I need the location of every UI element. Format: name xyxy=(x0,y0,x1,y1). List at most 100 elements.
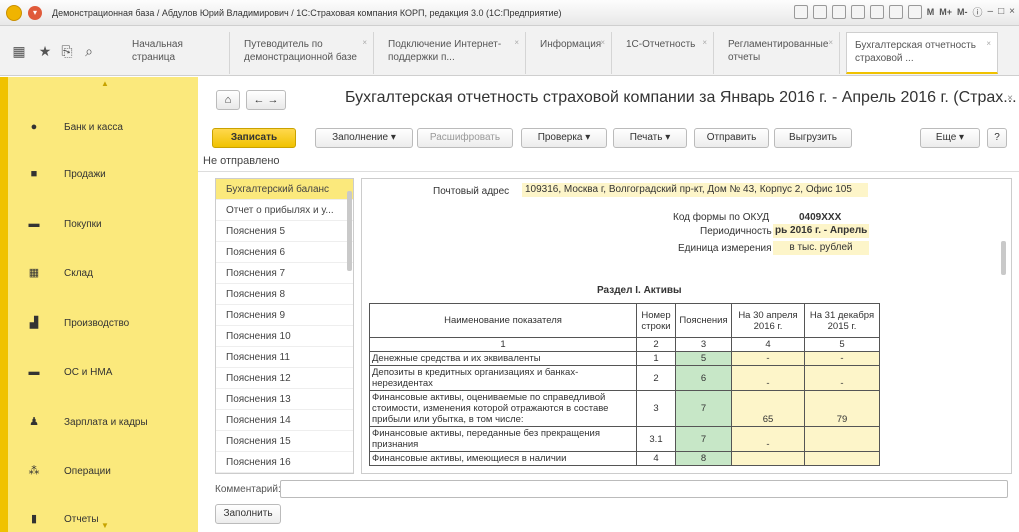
list-item[interactable]: Пояснения 8 xyxy=(216,284,353,305)
close-icon[interactable]: × xyxy=(986,37,991,50)
number-cell: 5 xyxy=(804,337,880,352)
row-value-previous[interactable]: - xyxy=(804,351,880,366)
list-item[interactable]: Пояснения 12 xyxy=(216,368,353,389)
list-item[interactable]: Пояснения 16 xyxy=(216,452,353,473)
tab-guide[interactable]: Путеводитель по демонстрационной базе × xyxy=(236,32,374,74)
tab-reporting[interactable]: 1С-Отчетность × xyxy=(618,32,714,74)
row-value-current[interactable]: - xyxy=(731,351,805,366)
memory-m-button[interactable]: M xyxy=(927,7,935,17)
close-icon[interactable]: × xyxy=(514,36,519,49)
calculator-icon[interactable] xyxy=(907,4,922,19)
send-button[interactable]: Отправить xyxy=(694,128,769,148)
sidebar-item-assets[interactable]: ▬ ОС и НМА xyxy=(28,361,113,383)
help-button[interactable]: ? xyxy=(987,128,1007,148)
save-button[interactable]: Записать xyxy=(212,128,296,148)
sidebar-item-bank[interactable]: ● Банк и касса xyxy=(28,116,123,138)
tab-info[interactable]: Информация × xyxy=(532,32,612,74)
preview-icon[interactable] xyxy=(831,4,846,19)
scroll-down-icon[interactable]: ▼ xyxy=(101,521,109,530)
sidebar-item-label: Зарплата и кадры xyxy=(64,416,148,428)
row-value-current[interactable] xyxy=(731,451,805,466)
sidebar-item-purchases[interactable]: ▬ Покупки xyxy=(28,213,102,235)
grid-menu-icon[interactable]: ▦ xyxy=(10,42,28,60)
fill-button[interactable]: Заполнить xyxy=(215,504,281,524)
sidebar-item-label: ОС и НМА xyxy=(64,366,113,378)
home-icon[interactable]: ⌂ xyxy=(216,90,240,110)
list-item[interactable]: Пояснения 14 xyxy=(216,410,353,431)
print-dropdown-button[interactable]: Печать ▾ xyxy=(613,128,687,148)
memory-plus-button[interactable]: M+ xyxy=(939,7,952,17)
row-value-previous[interactable]: - xyxy=(804,365,880,391)
close-icon[interactable]: × xyxy=(828,36,833,49)
factory-icon: ▟ xyxy=(29,317,39,329)
list-item[interactable]: Пояснения 10 xyxy=(216,326,353,347)
favorite-icon[interactable] xyxy=(850,4,865,19)
row-value-current[interactable]: - xyxy=(731,426,805,452)
back-forward-buttons[interactable]: ← → xyxy=(246,90,286,110)
row-value-current[interactable]: - xyxy=(731,365,805,391)
list-item[interactable]: Отчет о прибылях и у... xyxy=(216,200,353,221)
close-icon[interactable]: × xyxy=(362,36,367,49)
history-icon[interactable]: ⎘ xyxy=(58,42,76,60)
fill-dropdown-button[interactable]: Заполнение ▾ xyxy=(315,128,413,148)
close-icon[interactable]: × xyxy=(600,36,605,49)
row-note[interactable]: 8 xyxy=(675,451,732,466)
close-icon[interactable]: × xyxy=(702,36,707,49)
period-field[interactable]: рь 2016 г. - Апрель 2 xyxy=(773,224,869,238)
table-row: Депозиты в кредитных организациях и банк… xyxy=(369,365,880,391)
comment-field[interactable] xyxy=(280,480,1008,498)
tab-reglament[interactable]: Регламентированные отчеты × xyxy=(720,32,840,74)
table-row: Финансовые активы, переданные без прекра… xyxy=(369,426,880,452)
row-note[interactable]: 7 xyxy=(675,390,732,427)
list-item[interactable]: Бухгалтерский баланс xyxy=(216,179,353,200)
sidebar-item-operations[interactable]: ⁂ Операции xyxy=(28,460,111,482)
row-value-previous[interactable]: 79 xyxy=(804,390,880,427)
export-button[interactable]: Выгрузить xyxy=(774,128,852,148)
save-icon[interactable] xyxy=(793,4,808,19)
row-note[interactable]: 6 xyxy=(675,365,732,391)
sidebar-item-warehouse[interactable]: ▦ Склад xyxy=(28,262,93,284)
calendar-icon[interactable] xyxy=(888,4,903,19)
sidebar-item-salary[interactable]: ♟ Зарплата и кадры xyxy=(28,411,148,433)
unit-field[interactable]: в тыс. рублей xyxy=(773,241,869,255)
row-value-previous[interactable] xyxy=(804,426,880,452)
info-icon[interactable]: ⓘ xyxy=(973,4,983,19)
decode-button[interactable]: Расшифровать xyxy=(417,128,513,148)
maximize-icon[interactable]: □ xyxy=(998,6,1004,17)
close-icon[interactable]: × xyxy=(1009,6,1015,17)
memory-minus-button[interactable]: M- xyxy=(957,7,968,17)
row-note[interactable]: 5 xyxy=(675,351,732,366)
more-dropdown-button[interactable]: Еще ▾ xyxy=(920,128,980,148)
scroll-up-icon[interactable]: ▲ xyxy=(101,79,109,88)
tab-home[interactable]: Начальная страница xyxy=(124,32,230,74)
list-item[interactable]: Пояснения 9 xyxy=(216,305,353,326)
sidebar-item-reports[interactable]: ▮ Отчеты xyxy=(28,508,99,530)
row-note[interactable]: 7 xyxy=(675,426,732,452)
tab-support[interactable]: Подключение Интернет-поддержки п... × xyxy=(380,32,526,74)
row-value-previous[interactable] xyxy=(804,451,880,466)
sidebar-item-production[interactable]: ▟ Производство xyxy=(28,312,129,334)
check-dropdown-button[interactable]: Проверка ▾ xyxy=(521,128,607,148)
list-scrollbar[interactable] xyxy=(347,191,352,271)
okud-value: 0409XXX xyxy=(799,212,842,223)
row-value-current[interactable]: 65 xyxy=(731,390,805,427)
list-item[interactable]: Пояснения 7 xyxy=(216,263,353,284)
list-item[interactable]: Пояснения 6 xyxy=(216,242,353,263)
history-icon[interactable] xyxy=(869,4,884,19)
close-icon[interactable]: × xyxy=(1007,93,1013,104)
document-scrollbar[interactable] xyxy=(1001,241,1006,275)
address-field[interactable]: 109316, Москва г, Волгоградский пр-кт, Д… xyxy=(522,183,868,197)
tab-label: Подключение Интернет-поддержки п... xyxy=(388,39,502,63)
list-item[interactable]: Пояснения 5 xyxy=(216,221,353,242)
search-icon[interactable]: ⌕ xyxy=(80,42,98,60)
print-icon[interactable] xyxy=(812,4,827,19)
list-item[interactable]: Пояснения 15 xyxy=(216,431,353,452)
button-label: Проверка xyxy=(537,132,583,143)
list-item[interactable]: Пояснения 11 xyxy=(216,347,353,368)
tab-active-report[interactable]: Бухгалтерская отчетность страховой ... × xyxy=(846,32,998,74)
star-icon[interactable]: ★ xyxy=(36,42,54,60)
minimize-icon[interactable]: – xyxy=(988,6,994,17)
main-menu-icon[interactable]: ▾ xyxy=(28,5,42,20)
list-item[interactable]: Пояснения 13 xyxy=(216,389,353,410)
sidebar-item-sales[interactable]: ■ Продажи xyxy=(28,163,106,185)
